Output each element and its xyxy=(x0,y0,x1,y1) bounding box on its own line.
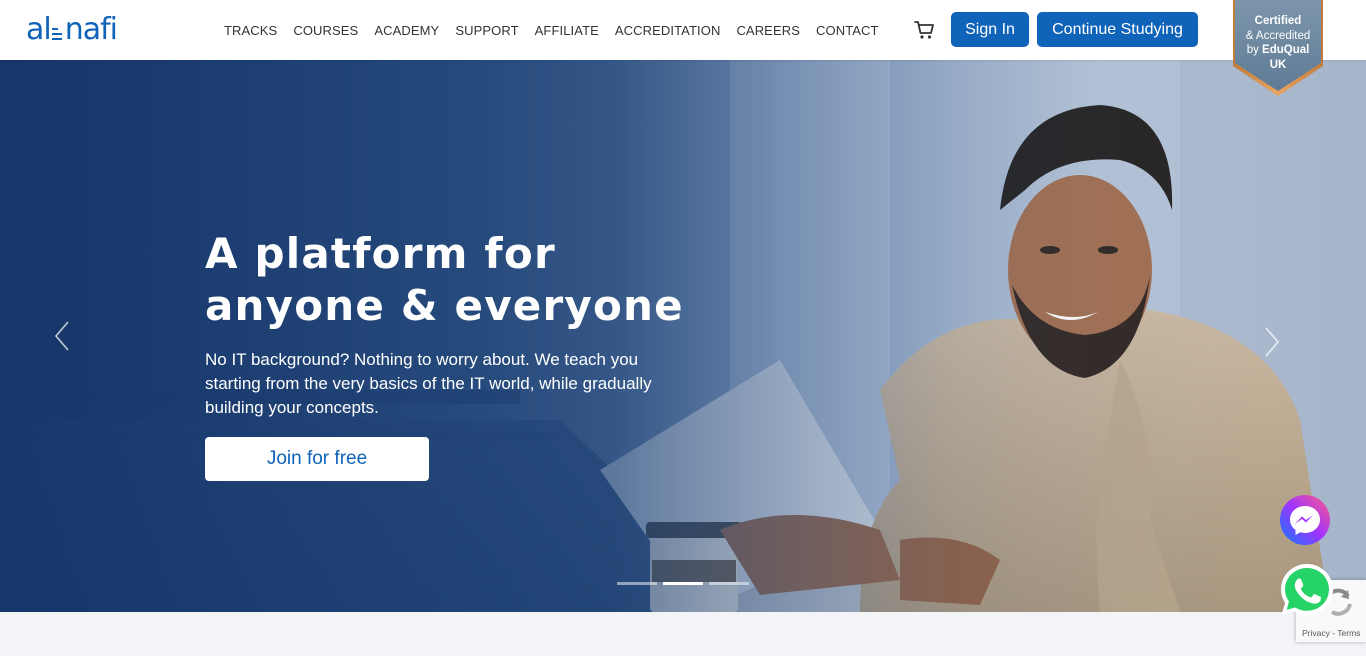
nav-item-academy[interactable]: ACADEMY xyxy=(366,22,447,40)
hero-carousel: A platform for anyone & everyone No IT b… xyxy=(0,60,1366,612)
carousel-indicator-3[interactable] xyxy=(709,582,749,585)
badge-line-2: & Accredited xyxy=(1245,29,1311,42)
nav-item-courses[interactable]: COURSES xyxy=(285,22,366,40)
nav-item-affiliate[interactable]: AFFILIATE xyxy=(527,22,607,40)
join-for-free-button[interactable]: Join for free xyxy=(205,437,429,481)
eduqual-accreditation-badge[interactable]: Certified & Accredited by EduQual UK xyxy=(1233,0,1323,100)
sign-in-button[interactable]: Sign In xyxy=(951,12,1029,47)
badge-line-4: UK xyxy=(1269,58,1287,71)
carousel-prev-arrow-icon[interactable] xyxy=(48,316,78,356)
logo-mark-icon xyxy=(51,20,64,40)
nav-item-accreditation[interactable]: ACCREDITATION xyxy=(607,22,729,40)
recaptcha-terms-link[interactable]: Terms xyxy=(1337,628,1360,638)
nav-item-tracks[interactable]: TRACKS xyxy=(216,22,285,40)
nav-item-contact[interactable]: CONTACT xyxy=(808,22,887,40)
logo-text-left: al xyxy=(26,12,52,47)
whatsapp-icon[interactable] xyxy=(1278,561,1336,619)
cart-icon[interactable] xyxy=(914,20,936,40)
site-header: al nafi TRACKS COURSES ACADEMY SUPPORT A… xyxy=(0,0,1366,60)
messenger-icon[interactable] xyxy=(1280,495,1330,545)
hero-title: A platform for anyone & everyone xyxy=(205,228,725,332)
hero-content: A platform for anyone & everyone No IT b… xyxy=(205,228,725,481)
recaptcha-privacy-link[interactable]: Privacy xyxy=(1302,628,1330,638)
carousel-indicator-2[interactable] xyxy=(663,582,703,585)
hero-title-line-1: A platform for xyxy=(205,229,556,278)
carousel-next-arrow-icon[interactable] xyxy=(1256,322,1286,362)
nav-item-careers[interactable]: CAREERS xyxy=(728,22,808,40)
next-section-background xyxy=(0,612,1366,656)
badge-text: Certified & Accredited by EduQual UK xyxy=(1233,14,1323,72)
alnafi-logo[interactable]: al nafi xyxy=(26,12,118,47)
hero-title-line-2: anyone & everyone xyxy=(205,281,684,330)
badge-line-3-prefix: by xyxy=(1246,44,1263,56)
continue-studying-button[interactable]: Continue Studying xyxy=(1037,12,1198,47)
carousel-indicator-1[interactable] xyxy=(617,582,657,585)
badge-line-3-brand: EduQual xyxy=(1262,44,1310,56)
badge-line-1: Certified xyxy=(1254,15,1302,27)
recaptcha-links: Privacy - Terms xyxy=(1302,628,1360,638)
nav-item-support[interactable]: SUPPORT xyxy=(447,22,526,40)
logo-text-right: nafi xyxy=(64,12,118,47)
carousel-indicators xyxy=(617,582,749,585)
hero-description: No IT background? Nothing to worry about… xyxy=(205,350,652,417)
main-nav: TRACKS COURSES ACADEMY SUPPORT AFFILIATE… xyxy=(216,22,887,40)
